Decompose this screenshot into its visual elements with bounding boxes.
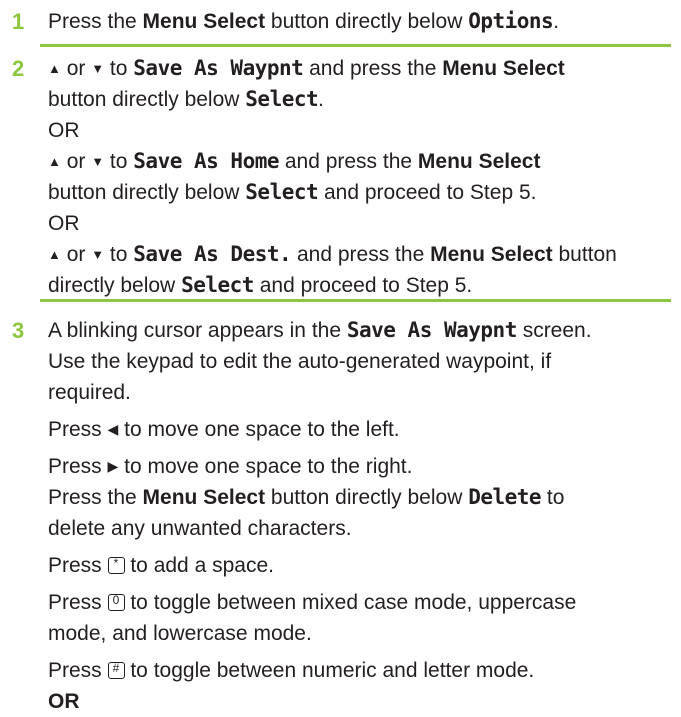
menu-select-label: Menu Select <box>417 150 541 173</box>
text: to <box>104 57 134 80</box>
step-line: Press ◀ to move one space to the left. <box>48 414 673 445</box>
screen-name-label: Save As Waypnt <box>346 318 518 342</box>
text: and proceed to Step 5. <box>318 181 537 204</box>
text: button directly below <box>48 181 246 204</box>
text: Press <box>48 554 108 577</box>
screen-option-label: Select <box>245 180 319 204</box>
step-line: Press the Menu Select button directly be… <box>48 482 673 513</box>
left-arrow-icon: ◀ <box>107 421 119 437</box>
text: A blinking cursor appears in the <box>48 319 347 342</box>
text: Press <box>48 591 108 614</box>
text: . <box>553 10 560 33</box>
key-glyph: * <box>113 556 119 570</box>
step-2: 2 ▲ or ▼ to Save As Waypnt and press the… <box>0 53 681 301</box>
text: Press <box>48 418 108 441</box>
screen-option-label: Save As Waypnt <box>133 56 304 80</box>
text: to toggle between numeric and letter mod… <box>124 659 535 682</box>
text: to <box>541 486 565 509</box>
menu-select-label: Menu Select <box>142 486 266 509</box>
text: button directly below <box>265 10 469 33</box>
or-label: OR <box>48 212 80 235</box>
text: and press the <box>279 150 418 173</box>
text: to <box>104 150 134 173</box>
zero-key-icon: 0 <box>107 593 125 611</box>
text: directly below <box>48 274 182 297</box>
step-line: Press # to toggle between numeric and le… <box>48 655 673 686</box>
text: button directly below <box>48 88 246 111</box>
screen-option-label: Options <box>468 9 554 33</box>
divider <box>40 299 671 302</box>
key-glyph: 0 <box>112 593 120 607</box>
step-1: 1 Press the Menu Select button directly … <box>0 6 681 37</box>
step-line: Press the Menu Select button directly be… <box>48 6 673 37</box>
step-line: A blinking cursor appears in the Save As… <box>48 315 673 346</box>
text: button <box>552 243 617 266</box>
step-line: ▲ or ▼ to Save As Waypnt and press the M… <box>48 53 673 84</box>
text: and proceed to Step 5. <box>253 274 473 297</box>
text: to move one space to the left. <box>118 418 400 441</box>
menu-select-label: Menu Select <box>430 243 553 266</box>
star-key-icon: * <box>107 556 125 574</box>
up-arrow-icon: ▲ <box>48 154 61 169</box>
text: Press <box>48 659 108 682</box>
text: button directly below <box>265 486 469 509</box>
step-body: ▲ or ▼ to Save As Waypnt and press the M… <box>48 53 673 301</box>
text: . <box>318 88 324 111</box>
step-3: 3 A blinking cursor appears in the Save … <box>0 315 681 717</box>
text: Press <box>48 455 108 478</box>
key-glyph: # <box>112 661 120 675</box>
step-line: Press 0 to toggle between mixed case mod… <box>48 587 673 618</box>
step-line: button directly below Select and proceed… <box>48 177 673 208</box>
text: or <box>60 243 92 266</box>
text: to move one space to the right. <box>118 455 413 478</box>
step-line: Use the keypad to edit the auto-generate… <box>48 350 552 373</box>
step-line: Press ▶ to move one space to the right. <box>48 451 673 482</box>
text: Press the <box>48 10 143 33</box>
text: or <box>60 150 92 173</box>
text: Press the <box>48 486 143 509</box>
screen-option-label: Delete <box>468 485 542 509</box>
instruction-page: 1 Press the Menu Select button directly … <box>0 0 681 713</box>
text: and press the <box>291 243 431 266</box>
text: or <box>60 57 92 80</box>
step-number: 2 <box>12 56 25 81</box>
text: to add a space. <box>124 554 274 577</box>
down-arrow-icon: ▼ <box>91 247 105 262</box>
step-line: button directly below Select. <box>48 84 673 115</box>
step-body: A blinking cursor appears in the Save As… <box>48 315 673 717</box>
step-line: Press * to add a space. <box>48 550 673 581</box>
or-label: OR <box>48 690 80 713</box>
down-arrow-icon: ▼ <box>91 154 105 169</box>
text: screen. <box>516 319 592 342</box>
screen-option-label: Save As Home <box>133 149 279 173</box>
screen-option-label: Select <box>181 273 254 297</box>
step-line: directly below Select and proceed to Ste… <box>48 270 673 301</box>
text: to <box>104 243 134 266</box>
step-number: 1 <box>12 9 25 34</box>
step-line: ▲ or ▼ to Save As Dest. and press the Me… <box>48 239 673 270</box>
step-line: delete any unwanted characters. <box>48 517 352 540</box>
pound-key-icon: # <box>107 661 125 679</box>
divider <box>40 44 671 47</box>
step-body: Press the Menu Select button directly be… <box>48 6 673 37</box>
screen-option-label: Save As Dest. <box>133 242 292 266</box>
or-label: OR <box>48 119 80 142</box>
step-number: 3 <box>12 318 25 343</box>
text: and press the <box>303 57 443 80</box>
up-arrow-icon: ▲ <box>48 247 61 262</box>
step-line: ▲ or ▼ to Save As Home and press the Men… <box>48 146 673 177</box>
up-arrow-icon: ▲ <box>48 61 61 76</box>
text: to toggle between mixed case mode, upper… <box>124 591 577 614</box>
menu-select-label: Menu Select <box>442 57 565 80</box>
right-arrow-icon: ▶ <box>107 458 119 474</box>
screen-option-label: Select <box>245 87 319 111</box>
menu-select-label: Menu Select <box>142 10 266 33</box>
down-arrow-icon: ▼ <box>91 61 105 76</box>
step-line: mode, and lowercase mode. <box>48 622 312 645</box>
step-line: required. <box>48 381 131 404</box>
